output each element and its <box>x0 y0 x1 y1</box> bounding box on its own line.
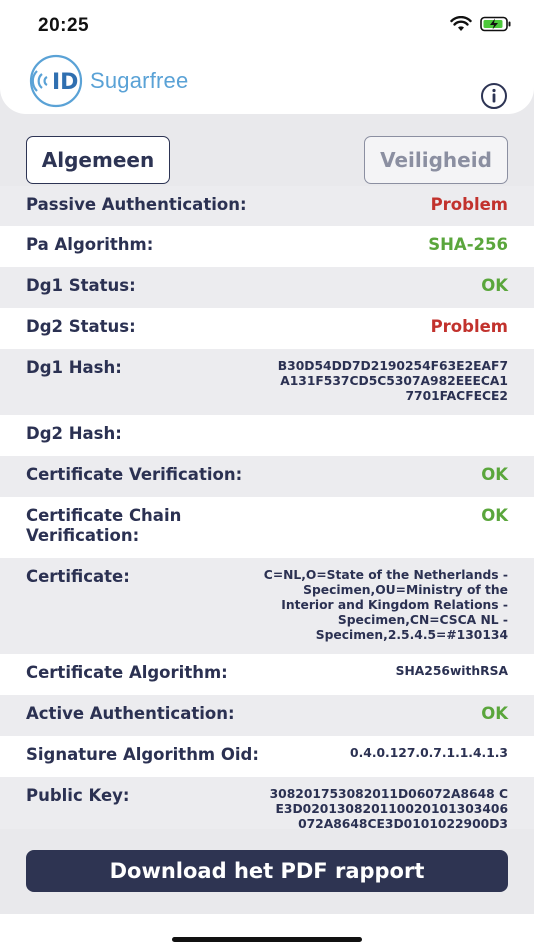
row-label: Public Key: <box>26 786 130 805</box>
row-certificate: Certificate: C=NL,O=State of the Netherl… <box>0 558 534 654</box>
bottom-safe-area <box>0 914 534 950</box>
app-header: ID Sugarfree <box>0 50 534 114</box>
row-certificate-verification: Certificate Verification: OK <box>0 456 534 497</box>
wifi-icon <box>450 16 472 31</box>
row-certificate-algorithm: Certificate Algorithm: SHA256withRSA <box>0 654 534 695</box>
tab-bar: Algemeen Veiligheid <box>26 136 508 186</box>
status-time: 20:25 <box>38 15 90 36</box>
row-label: Pa Algorithm: <box>26 235 154 254</box>
row-signature-algorithm-oid: Signature Algorithm Oid: 0.4.0.127.0.7.1… <box>0 736 534 777</box>
status-icons <box>450 16 512 32</box>
row-active-authentication: Active Authentication: OK <box>0 695 534 736</box>
row-value: C=NL,O=State of the Netherlands - Specim… <box>263 568 508 642</box>
row-value: OK <box>481 465 508 484</box>
row-value: OK <box>481 704 508 723</box>
row-value: SHA-256 <box>428 235 508 254</box>
info-icon[interactable] <box>480 82 508 110</box>
download-pdf-button[interactable]: Download het PDF rapport <box>26 850 508 892</box>
row-dg2-status: Dg2 Status: Problem <box>0 308 534 349</box>
row-dg1-status: Dg1 Status: OK <box>0 267 534 308</box>
row-certificate-chain-verification: Certificate Chain Verification: OK <box>0 497 534 558</box>
row-value: Problem <box>430 317 508 336</box>
row-label: Active Authentication: <box>26 704 235 723</box>
row-label: Dg1 Status: <box>26 276 136 295</box>
row-label: Dg1 Hash: <box>26 358 122 377</box>
row-label: Certificate Chain Verification: <box>26 506 182 545</box>
id-logo-icon: ID <box>29 54 83 108</box>
row-dg1-hash: Dg1 Hash: B30D54DD7D2190254F63E2EAF7 A13… <box>0 349 534 415</box>
app-logo: ID Sugarfree <box>24 54 188 108</box>
results-list[interactable]: Passive Authentication: Problem Pa Algor… <box>0 186 534 829</box>
row-label: Certificate Verification: <box>26 465 243 484</box>
row-value: 0.4.0.127.0.7.1.1.4.1.3 <box>350 746 508 760</box>
row-label: Certificate Algorithm: <box>26 663 228 682</box>
tab-algemeen[interactable]: Algemeen <box>26 136 170 184</box>
logo-mark: ID <box>52 70 78 95</box>
row-value: OK <box>481 506 508 525</box>
row-value: SHA256withRSA <box>395 664 508 678</box>
row-public-key: Public Key: 308201753082011D06072A8648 C… <box>0 777 534 829</box>
status-bar: 20:25 <box>0 0 534 50</box>
row-value: Problem <box>430 195 508 214</box>
row-label: Signature Algorithm Oid: <box>26 745 259 764</box>
row-value: B30D54DD7D2190254F63E2EAF7 A131F537CD5C5… <box>277 359 508 403</box>
row-value: OK <box>481 276 508 295</box>
row-label: Dg2 Status: <box>26 317 136 336</box>
row-dg2-hash: Dg2 Hash: <box>0 415 534 456</box>
row-label: Certificate: <box>26 567 130 586</box>
row-pa-algorithm: Pa Algorithm: SHA-256 <box>0 226 534 267</box>
home-indicator[interactable] <box>172 937 362 942</box>
row-passive-authentication: Passive Authentication: Problem <box>0 186 534 226</box>
tab-veiligheid[interactable]: Veiligheid <box>364 136 508 184</box>
row-value: 308201753082011D06072A8648 CE3D020130820… <box>269 787 508 829</box>
row-label: Dg2 Hash: <box>26 424 122 443</box>
logo-text: Sugarfree <box>90 68 189 93</box>
row-label: Passive Authentication: <box>26 195 247 214</box>
battery-charging-icon <box>480 16 511 32</box>
